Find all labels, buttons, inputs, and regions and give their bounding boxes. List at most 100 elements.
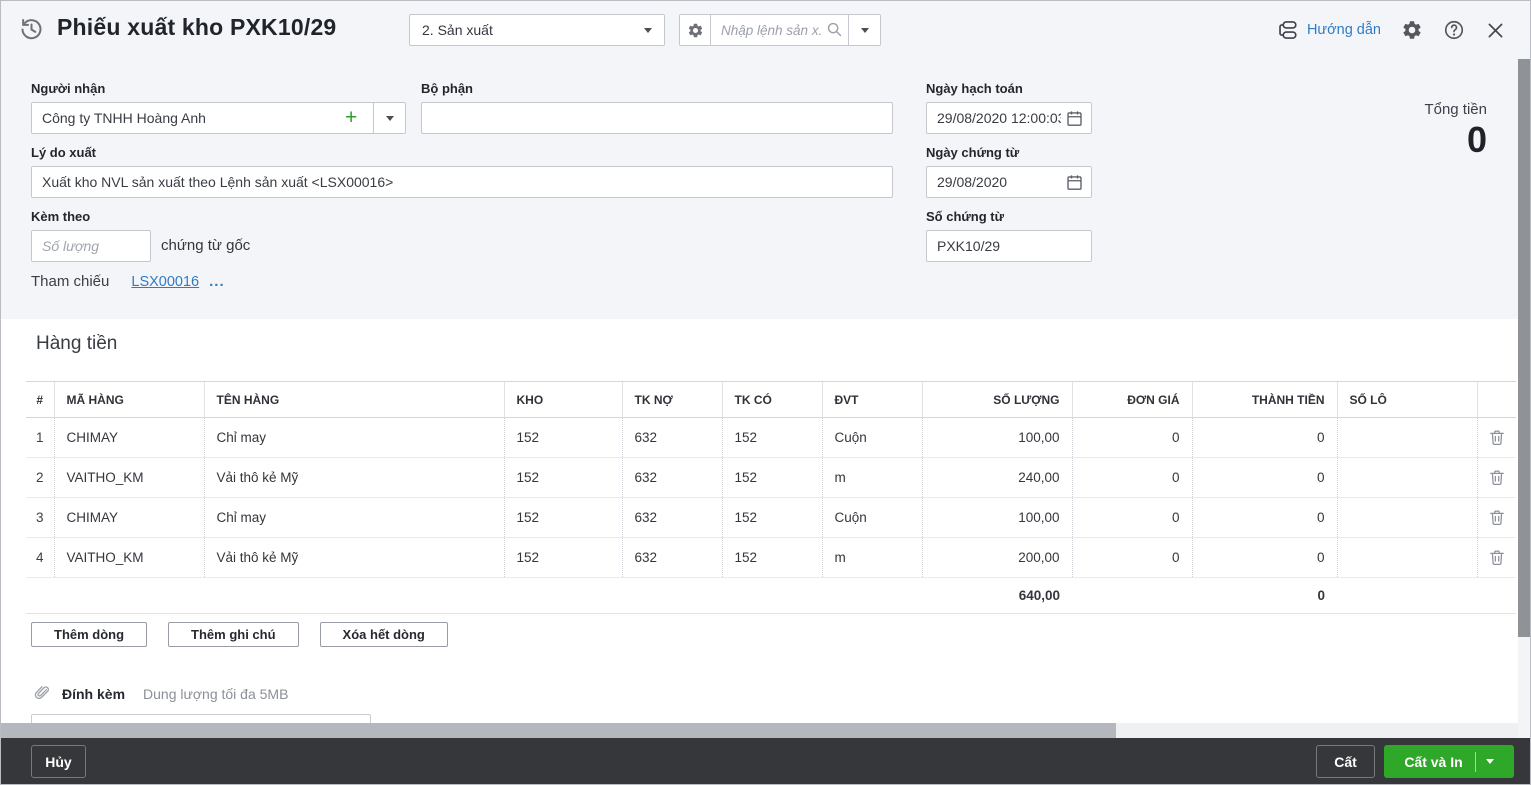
save-button[interactable]: Cất xyxy=(1316,745,1375,778)
column-header: MÃ HÀNG xyxy=(53,381,204,418)
cell-ten-hang[interactable]: Vải thô kẻ Mỹ xyxy=(203,457,504,498)
cell-don-gia[interactable]: 0 xyxy=(1071,417,1192,458)
cell-tk-no[interactable]: 632 xyxy=(621,497,722,538)
settings-icon[interactable] xyxy=(1401,19,1423,41)
cell-dvt[interactable]: m xyxy=(821,537,922,578)
row-index: 2 xyxy=(26,457,54,498)
horizontal-scrollbar[interactable] xyxy=(1,723,1530,738)
receiver-dropdown-button[interactable] xyxy=(373,102,406,134)
vertical-scrollbar[interactable] xyxy=(1518,59,1530,738)
history-icon[interactable] xyxy=(18,16,45,43)
cell-so-luong[interactable]: 240,00 xyxy=(921,457,1072,498)
cell-ten-hang[interactable]: Vải thô kẻ Mỹ xyxy=(203,537,504,578)
cell-ma-hang[interactable]: VAITHO_KM xyxy=(53,537,204,578)
add-row-button[interactable]: Thêm dòng xyxy=(31,622,148,647)
cell-tk-co[interactable]: 152 xyxy=(721,417,822,458)
cell-so-luong[interactable]: 100,00 xyxy=(921,417,1072,458)
page-title: Phiếu xuất kho PXK10/29 xyxy=(57,14,337,40)
cell-so-lo[interactable] xyxy=(1336,417,1477,458)
search-dropdown-button[interactable] xyxy=(848,14,881,46)
guide-icon xyxy=(1277,19,1299,41)
chevron-down-icon xyxy=(385,115,394,121)
cell-ma-hang[interactable]: CHIMAY xyxy=(53,417,204,458)
totals-row: 640,00 0 xyxy=(26,577,1516,614)
delete-row-icon[interactable] xyxy=(1487,548,1507,568)
cell-dvt[interactable]: Cuộn xyxy=(821,497,922,538)
horizontal-scrollbar-thumb[interactable] xyxy=(1,723,1116,738)
delete-row-icon[interactable] xyxy=(1487,468,1507,488)
save-and-print-label: Cất và In xyxy=(1404,753,1463,770)
cell-ten-hang[interactable]: Chỉ may xyxy=(203,497,504,538)
footer-bar: Hủy Cất Cất và In xyxy=(1,738,1530,784)
column-header: SỐ LÔ xyxy=(1336,381,1477,418)
cell-don-gia[interactable]: 0 xyxy=(1071,497,1192,538)
export-reason-field-wrap xyxy=(31,166,893,198)
cell-kho[interactable]: 152 xyxy=(503,497,622,538)
total-amount-label: Tổng tiền xyxy=(1424,101,1487,118)
table-row: 2 VAITHO_KM Vải thô kẻ Mỹ 152 632 152 m … xyxy=(26,457,1516,498)
reference-more-link[interactable]: ... xyxy=(209,273,225,290)
save-and-print-button[interactable]: Cất và In xyxy=(1384,745,1514,778)
help-icon[interactable] xyxy=(1443,19,1465,41)
cell-tk-co[interactable]: 152 xyxy=(721,457,822,498)
department-field-wrap xyxy=(421,102,893,134)
calendar-icon[interactable] xyxy=(1065,173,1084,192)
cell-ten-hang[interactable]: Chỉ may xyxy=(203,417,504,458)
cell-dvt[interactable]: Cuộn xyxy=(821,417,922,458)
cell-ma-hang[interactable]: VAITHO_KM xyxy=(53,457,204,498)
cell-thanh-tien[interactable]: 0 xyxy=(1191,537,1337,578)
reference-link[interactable]: LSX00016 xyxy=(131,274,199,290)
total-amount: 0 xyxy=(1192,577,1337,614)
department-input[interactable] xyxy=(422,103,892,133)
column-header: # xyxy=(26,381,54,418)
titlebar: Phiếu xuất kho PXK10/29 2. Sản xuất Hướn… xyxy=(1,1,1530,59)
cell-so-lo[interactable] xyxy=(1336,497,1477,538)
total-quantity: 640,00 xyxy=(922,577,1072,614)
attachment-hint: Dung lượng tối đa 5MB xyxy=(143,685,289,702)
receiver-field-wrap xyxy=(31,102,374,134)
vertical-scrollbar-thumb[interactable] xyxy=(1518,59,1530,637)
cell-thanh-tien[interactable]: 0 xyxy=(1191,497,1337,538)
search-icon[interactable] xyxy=(825,20,844,39)
guide-link[interactable]: Hướng dẫn xyxy=(1277,19,1381,41)
cancel-button[interactable]: Hủy xyxy=(31,745,86,778)
receiver-input[interactable] xyxy=(32,103,373,133)
cell-so-luong[interactable]: 200,00 xyxy=(921,537,1072,578)
column-header: ĐƠN GIÁ xyxy=(1071,381,1192,418)
enclosed-quantity-input[interactable] xyxy=(32,231,150,261)
column-header: SỐ LƯỢNG xyxy=(921,381,1072,418)
column-header: ĐVT xyxy=(821,381,922,418)
delete-row-icon[interactable] xyxy=(1487,428,1507,448)
clear-rows-button[interactable]: Xóa hết dòng xyxy=(319,622,448,647)
cell-thanh-tien[interactable]: 0 xyxy=(1191,457,1337,498)
cell-so-lo[interactable] xyxy=(1336,457,1477,498)
export-reason-label: Lý do xuất xyxy=(31,145,97,160)
column-header: TK NỢ xyxy=(621,381,722,418)
cell-ma-hang[interactable]: CHIMAY xyxy=(53,497,204,538)
gear-icon xyxy=(687,22,704,39)
cell-so-lo[interactable] xyxy=(1336,537,1477,578)
cell-don-gia[interactable]: 0 xyxy=(1071,537,1192,578)
add-note-button[interactable]: Thêm ghi chú xyxy=(168,622,299,647)
close-icon[interactable] xyxy=(1485,20,1506,41)
cell-kho[interactable]: 152 xyxy=(503,537,622,578)
cell-don-gia[interactable]: 0 xyxy=(1071,457,1192,498)
cell-tk-no[interactable]: 632 xyxy=(621,417,722,458)
export-reason-input[interactable] xyxy=(32,167,892,197)
cell-kho[interactable]: 152 xyxy=(503,457,622,498)
cell-tk-co[interactable]: 152 xyxy=(721,537,822,578)
search-settings-button[interactable] xyxy=(679,14,711,46)
voucher-type-select[interactable]: 2. Sản xuất xyxy=(409,14,665,46)
document-no-input[interactable] xyxy=(927,231,1091,261)
chevron-down-icon[interactable] xyxy=(1485,759,1494,764)
calendar-icon[interactable] xyxy=(1065,109,1084,128)
cell-kho[interactable]: 152 xyxy=(503,417,622,458)
cell-tk-no[interactable]: 632 xyxy=(621,457,722,498)
cell-tk-no[interactable]: 632 xyxy=(621,537,722,578)
attachment-label: Đính kèm xyxy=(62,685,126,702)
cell-so-luong[interactable]: 100,00 xyxy=(921,497,1072,538)
delete-row-icon[interactable] xyxy=(1487,508,1507,528)
cell-tk-co[interactable]: 152 xyxy=(721,497,822,538)
cell-thanh-tien[interactable]: 0 xyxy=(1191,417,1337,458)
cell-dvt[interactable]: m xyxy=(821,457,922,498)
